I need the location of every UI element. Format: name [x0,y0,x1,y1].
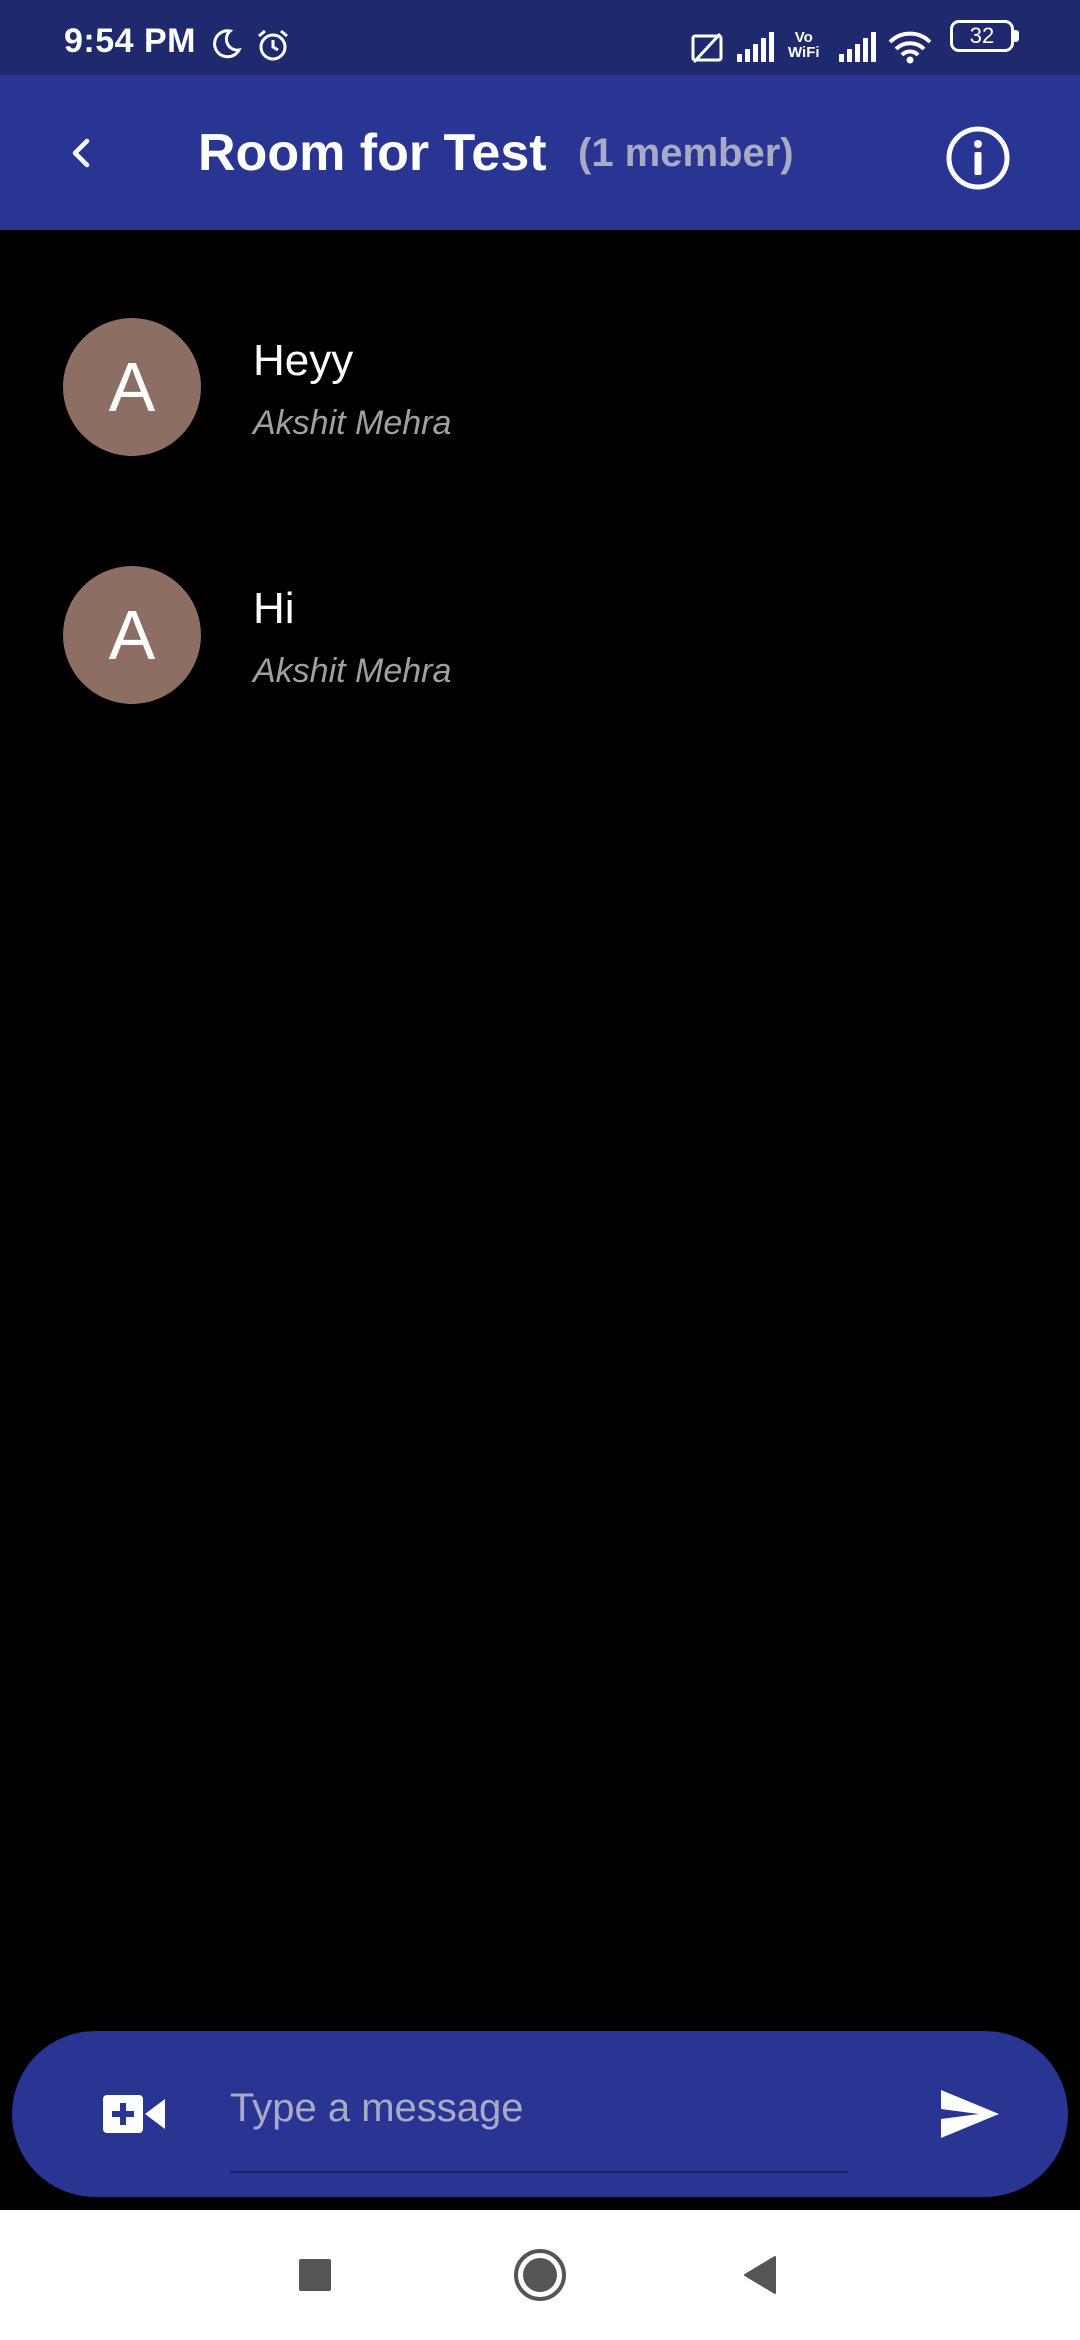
recents-button[interactable] [260,2210,370,2340]
status-time: 9:54 PM [64,22,196,60]
battery-level: 32 [969,23,995,48]
video-add-button[interactable] [84,2074,184,2154]
signal-icon [737,32,774,62]
send-button[interactable] [920,2074,1020,2154]
recents-square-icon [299,2259,331,2291]
info-icon [946,126,1010,190]
member-count: (1 member) [578,131,794,175]
message-item[interactable]: A Heyy Akshit Mehra [0,318,1080,498]
message-text: Heyy [253,336,354,385]
battery-tip [1014,30,1019,42]
vowifi-icon: Vo WiFi [788,30,820,60]
chevron-left-icon [72,138,90,168]
message-input[interactable] [230,2071,848,2145]
vowifi-bottom: WiFi [788,44,820,61]
home-circle-icon [514,2249,566,2301]
status-bar: 9:54 PM Vo WiFi 32 [0,0,1080,75]
status-right-icons: Vo WiFi 32 [660,0,1080,75]
home-button[interactable] [485,2210,595,2340]
back-button[interactable] [44,115,120,191]
alarm-icon [258,29,288,61]
signal-icon [839,32,876,62]
message-text: Hi [253,584,295,633]
wifi-icon [888,31,932,64]
moon-icon [213,29,242,59]
message-item[interactable]: A Hi Akshit Mehra [0,566,1080,746]
chat-screen: 9:54 PM Vo WiFi 32 Room for Test (1 memb… [0,0,1080,2340]
input-underline [230,2171,848,2173]
battery-icon: 32 [950,20,1014,52]
info-button[interactable] [940,120,1016,196]
back-triangle-icon [744,2256,776,2294]
page-title: Room for Test [198,124,547,182]
system-nav-bar [0,2210,1080,2340]
video-add-icon [103,2095,165,2133]
app-bar: Room for Test (1 member) [0,75,1080,230]
avatar: A [63,566,201,704]
no-sim-icon [691,32,723,64]
send-icon [941,2090,999,2138]
avatar: A [63,318,201,456]
message-author: Akshit Mehra [253,404,452,442]
vowifi-top: Vo [794,29,813,46]
message-composer [12,2031,1068,2197]
message-author: Akshit Mehra [253,652,452,690]
back-nav-button[interactable] [705,2210,815,2340]
